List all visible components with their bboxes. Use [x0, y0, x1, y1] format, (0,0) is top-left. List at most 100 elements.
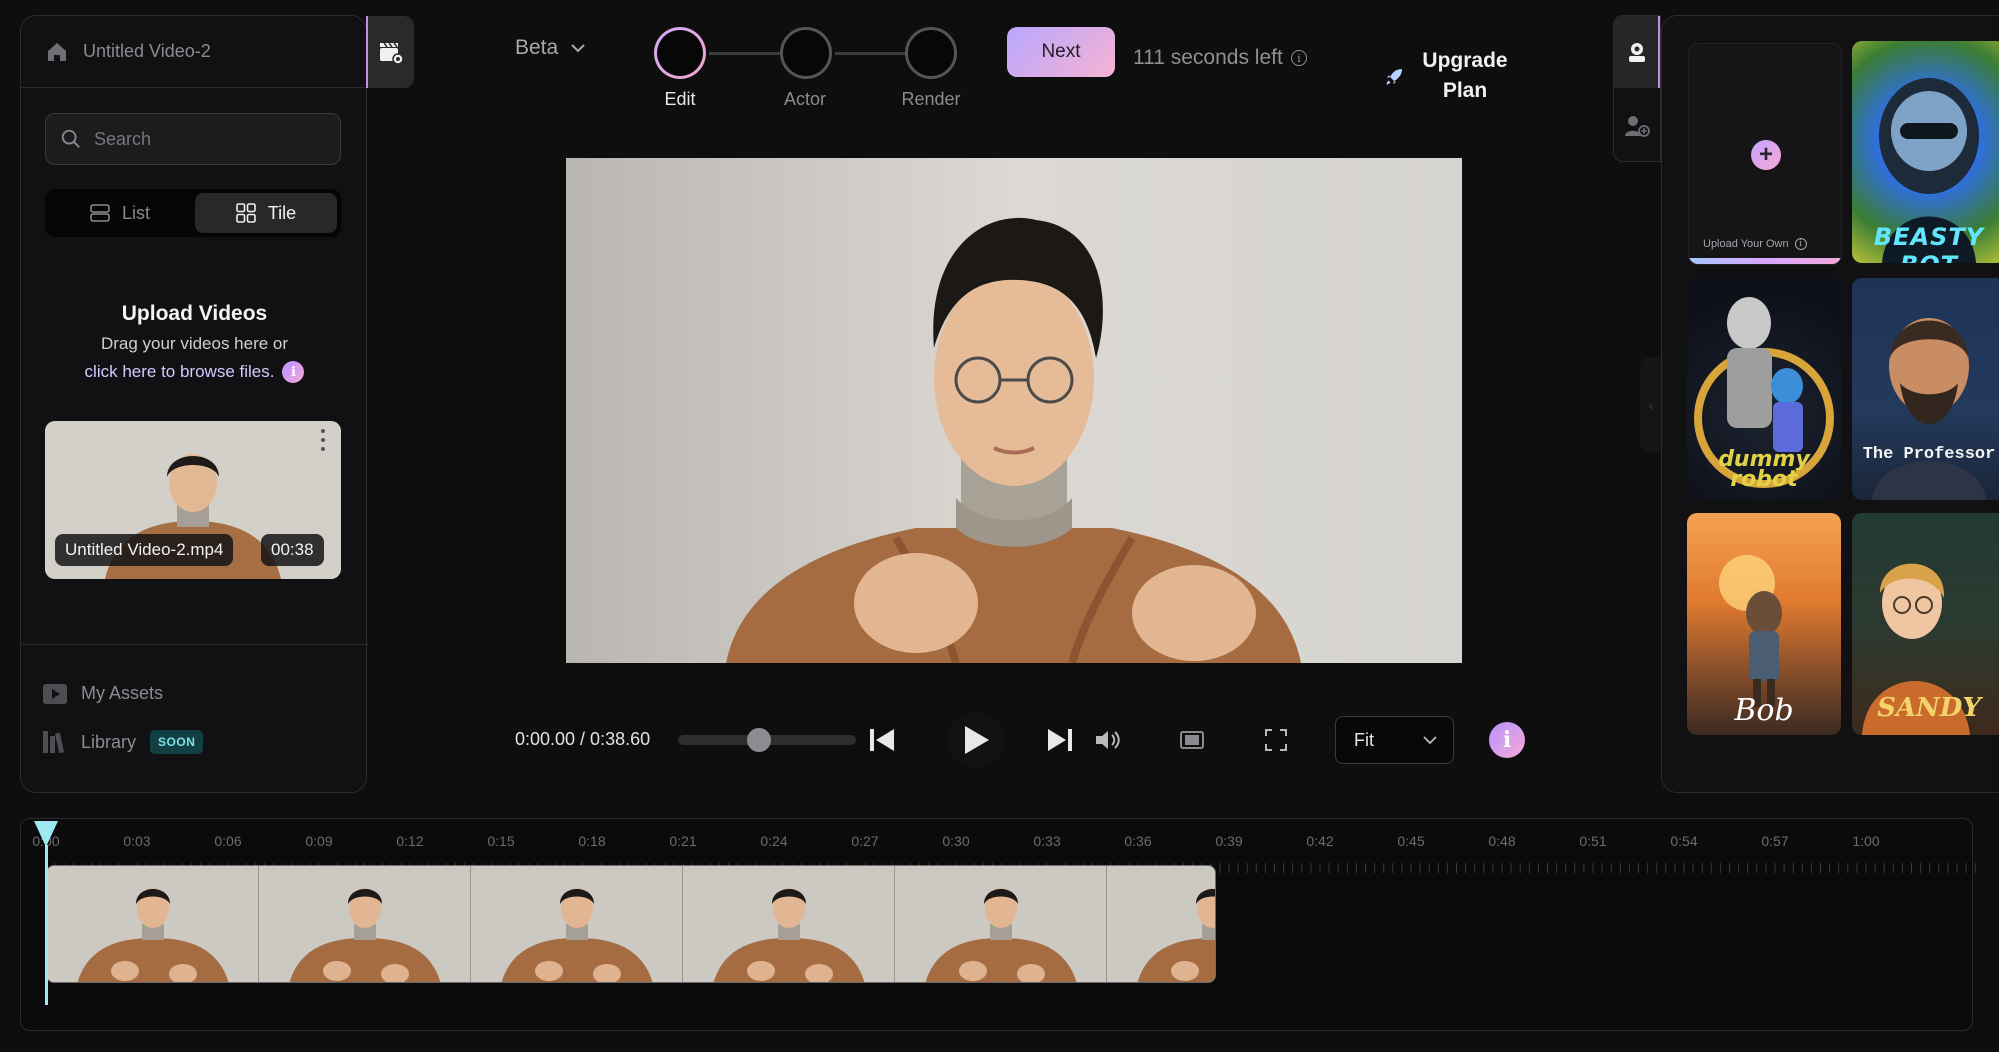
rocket-icon: [1386, 69, 1402, 85]
actor-gallery: + Upload Your Own i BEASTY BOT dummy rob…: [1661, 15, 1999, 793]
video-card[interactable]: Untitled Video-2.mp4 00:38: [45, 421, 341, 579]
clip-frame: [1107, 866, 1215, 982]
play-icon: [965, 726, 989, 754]
seconds-left-text: 111 seconds left: [1133, 46, 1283, 69]
volume-icon: [1096, 731, 1120, 749]
timeline-tick-label: 0:15: [487, 833, 515, 849]
timeline[interactable]: 0:00 0:03 0:06 0:09 0:12 0:15 0:18 0:21 0:24 0:27…: [20, 818, 1976, 1031]
upload-own-card[interactable]: + Upload Your Own i: [1688, 43, 1842, 265]
fullscreen-icon: [1265, 729, 1287, 751]
actor-icon: [1629, 43, 1645, 62]
step-render-indicator[interactable]: [905, 27, 957, 79]
grid-icon: [236, 203, 256, 223]
timeline-tick-label: 0:45: [1397, 833, 1425, 849]
browse-files-link[interactable]: click here to browse files.: [85, 362, 275, 382]
pip-icon: [1180, 731, 1204, 749]
media-tab-button[interactable]: [368, 16, 414, 88]
timeline-tick-label: 0:54: [1670, 833, 1698, 849]
upload-title: Upload Videos: [121, 302, 268, 325]
project-title[interactable]: Untitled Video-2: [83, 41, 211, 62]
timeline-tick-label: 0:12: [396, 833, 424, 849]
actor-name: The Professor: [1862, 445, 1996, 464]
playhead-line: [45, 845, 48, 1005]
actor-name: SANDY: [1877, 693, 1981, 723]
view-list-label: List: [121, 202, 150, 223]
actor-card-dummy-robot[interactable]: dummy robot: [1687, 278, 1841, 500]
upload-own-label: Upload Your Own: [1703, 238, 1789, 250]
upload-own-label-row: Upload Your Own i: [1703, 238, 1807, 250]
actor-card-bob[interactable]: Bob: [1687, 513, 1841, 735]
add-user-icon: [1625, 116, 1650, 137]
step-actor-indicator[interactable]: [780, 27, 832, 79]
credits-remaining: 111 seconds left i: [1133, 46, 1307, 70]
clapper-icon: [380, 42, 404, 65]
clip-frame: [683, 866, 895, 982]
home-icon[interactable]: [45, 40, 69, 64]
search-icon: [61, 129, 80, 148]
step-actor-label: Actor: [783, 89, 826, 109]
skip-back-icon: [870, 729, 894, 751]
timeline-tick-label: 0:57: [1761, 833, 1789, 849]
actor-card-professor[interactable]: The Professor: [1852, 278, 1999, 500]
skip-forward-icon: [1048, 729, 1072, 751]
timeline-tick-label: 0:09: [305, 833, 333, 849]
upload-link-row: click here to browse files. i: [21, 361, 368, 383]
clip-frame: [895, 866, 1107, 982]
info-icon[interactable]: i: [282, 361, 305, 383]
timeline-tick-label: 1:00: [1852, 833, 1880, 849]
chevron-left-icon: ‹: [1648, 397, 1654, 413]
volume-button[interactable]: [1092, 724, 1124, 756]
info-icon[interactable]: i: [1290, 50, 1307, 66]
search-field[interactable]: [45, 113, 341, 165]
upload-own-accent-bar: [1689, 258, 1841, 264]
play-square-icon: [43, 683, 67, 704]
search-input[interactable]: [94, 128, 314, 150]
fullscreen-button[interactable]: [1260, 724, 1292, 756]
info-icon[interactable]: i: [1794, 238, 1807, 250]
view-list-button[interactable]: List: [49, 193, 191, 233]
actor-card-beasty-bot[interactable]: BEASTY BOT: [1852, 41, 1999, 263]
upload-subtitle: Drag your videos here or: [100, 334, 289, 353]
upgrade-plan-button[interactable]: Upgrade Plan: [1385, 46, 1513, 106]
soon-badge: SOON: [150, 730, 204, 754]
video-duration: 00:38: [261, 534, 324, 566]
timeline-tick-label: 0:30: [942, 833, 970, 849]
play-button[interactable]: [948, 712, 1004, 768]
next-button[interactable]: Next: [1007, 27, 1115, 77]
actor-name: dummy robot: [1718, 447, 1810, 492]
timeline-tick-label: 0:27: [851, 833, 879, 849]
timeline-tick-label: 0:39: [1215, 833, 1243, 849]
step-connector: [835, 52, 905, 55]
video-clip-track[interactable]: [46, 865, 1216, 983]
step-edit-indicator[interactable]: [654, 27, 706, 79]
skip-forward-button[interactable]: [1044, 722, 1076, 758]
actor-tab[interactable]: [1614, 16, 1660, 88]
info-icon: i: [1502, 727, 1512, 753]
timeline-tick-label: 0:06: [214, 833, 242, 849]
list-icon: [90, 204, 110, 222]
add-actor-tab[interactable]: [1614, 90, 1660, 161]
my-assets-label: My Assets: [81, 683, 164, 703]
playhead-handle[interactable]: [34, 821, 58, 847]
view-tile-button[interactable]: Tile: [195, 193, 337, 233]
right-tab-strip: [1613, 15, 1661, 162]
info-button[interactable]: i: [1489, 722, 1525, 758]
collapse-panel-handle[interactable]: ‹: [1640, 357, 1662, 453]
card-menu-icon[interactable]: [320, 429, 326, 451]
picture-in-picture-button[interactable]: [1176, 724, 1208, 756]
step-connector: [709, 52, 780, 55]
upgrade-plan-label: Upgrade Plan: [1417, 46, 1513, 106]
zoom-fit-select[interactable]: Fit: [1335, 716, 1454, 764]
step-edit-label: Edit: [664, 89, 696, 109]
time-readout: 0:00.00 / 0:38.60: [515, 729, 651, 749]
version-dropdown[interactable]: Beta: [515, 36, 586, 60]
timeline-tick-label: 0:18: [578, 833, 606, 849]
video-preview[interactable]: [566, 158, 1462, 663]
my-assets-item[interactable]: My Assets: [43, 683, 163, 704]
left-panel: Untitled Video-2 List Tile Upload Videos…: [20, 15, 369, 793]
library-item[interactable]: Library SOON: [43, 730, 204, 754]
timeline-tick-label: 0:36: [1124, 833, 1152, 849]
actor-card-sandy[interactable]: SANDY: [1852, 513, 1999, 735]
skip-back-button[interactable]: [866, 722, 898, 758]
scrub-handle[interactable]: [747, 728, 771, 752]
